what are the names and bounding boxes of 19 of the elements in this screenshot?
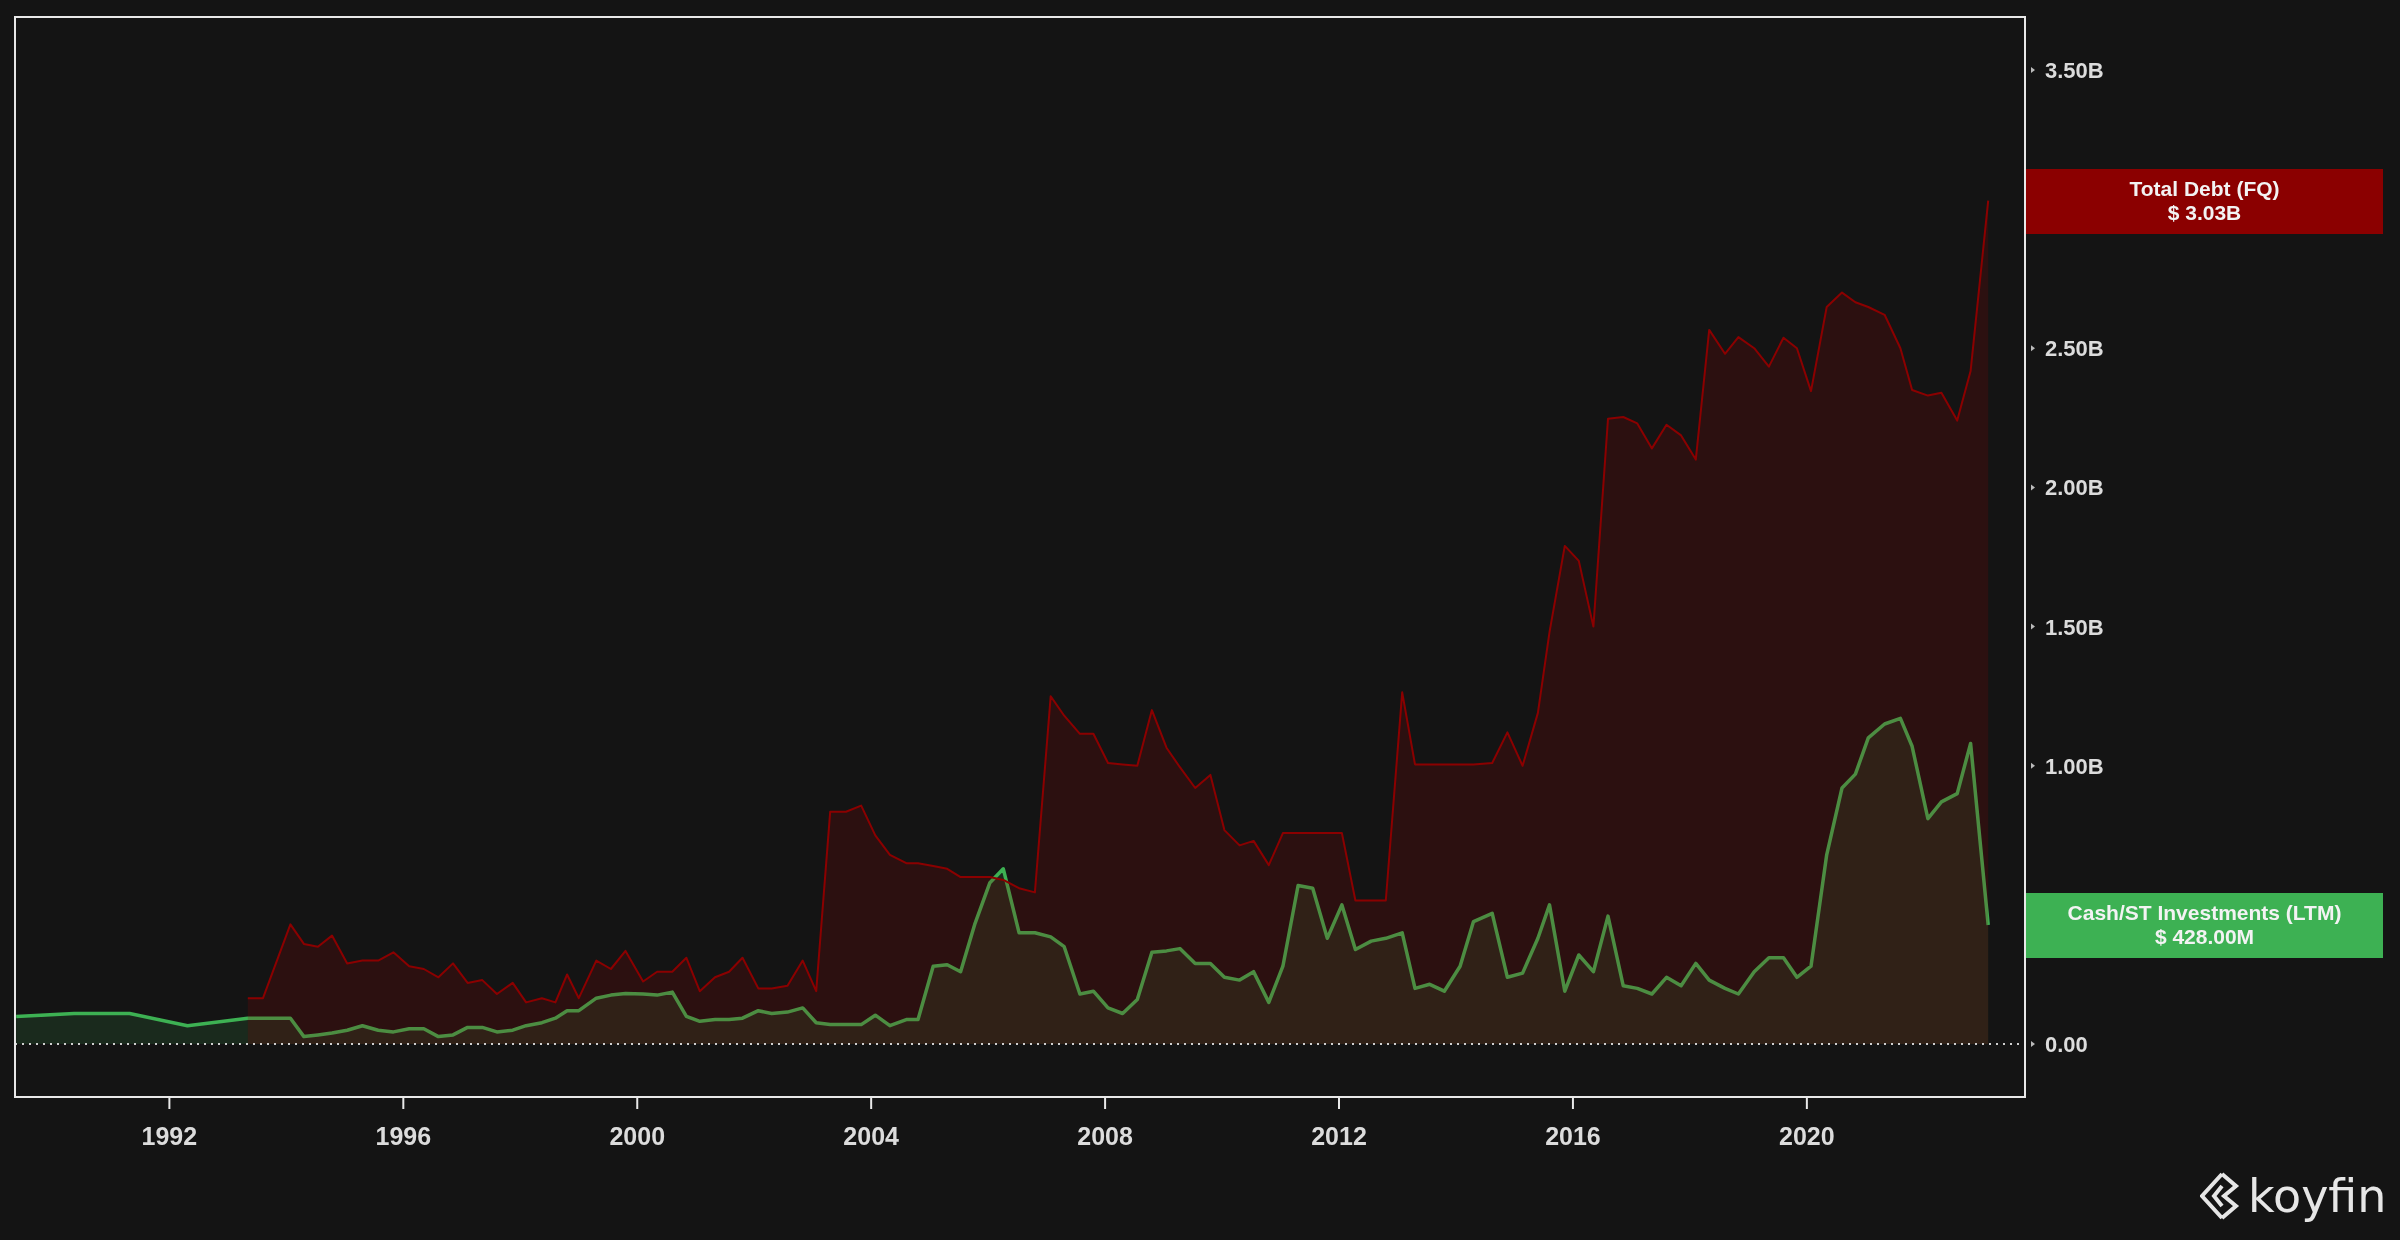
x-axis-label: 1996 (375, 1122, 432, 1150)
y-axis-label: 3.50B (2045, 57, 2104, 83)
x-axis-label: 2016 (1545, 1122, 1601, 1150)
series-value: $ 3.03B (2167, 201, 2242, 226)
series-value: $ 428.00M (2154, 925, 2255, 950)
x-axis-label: 2000 (609, 1122, 666, 1150)
x-axis-label: 2008 (1077, 1122, 1133, 1150)
series-name: Total Debt (FQ) (2129, 177, 2280, 202)
y-axis-label: 1.00B (2045, 753, 2104, 779)
y-axis-label: 2.00B (2045, 475, 2104, 501)
x-axis-label: 1992 (141, 1122, 198, 1150)
y-axis-label: 2.50B (2045, 336, 2104, 362)
x-axis-label: 2004 (843, 1122, 899, 1150)
x-axis-label: 2020 (1779, 1122, 1835, 1150)
y-axis-label: 1.50B (2045, 614, 2104, 640)
x-axis-label: 2012 (1311, 1122, 1367, 1150)
series-name: Cash/ST Investments (LTM) (2067, 901, 2342, 926)
logo-icon (2200, 1172, 2240, 1220)
y-axis-label: 0.00 (2045, 1032, 2088, 1058)
